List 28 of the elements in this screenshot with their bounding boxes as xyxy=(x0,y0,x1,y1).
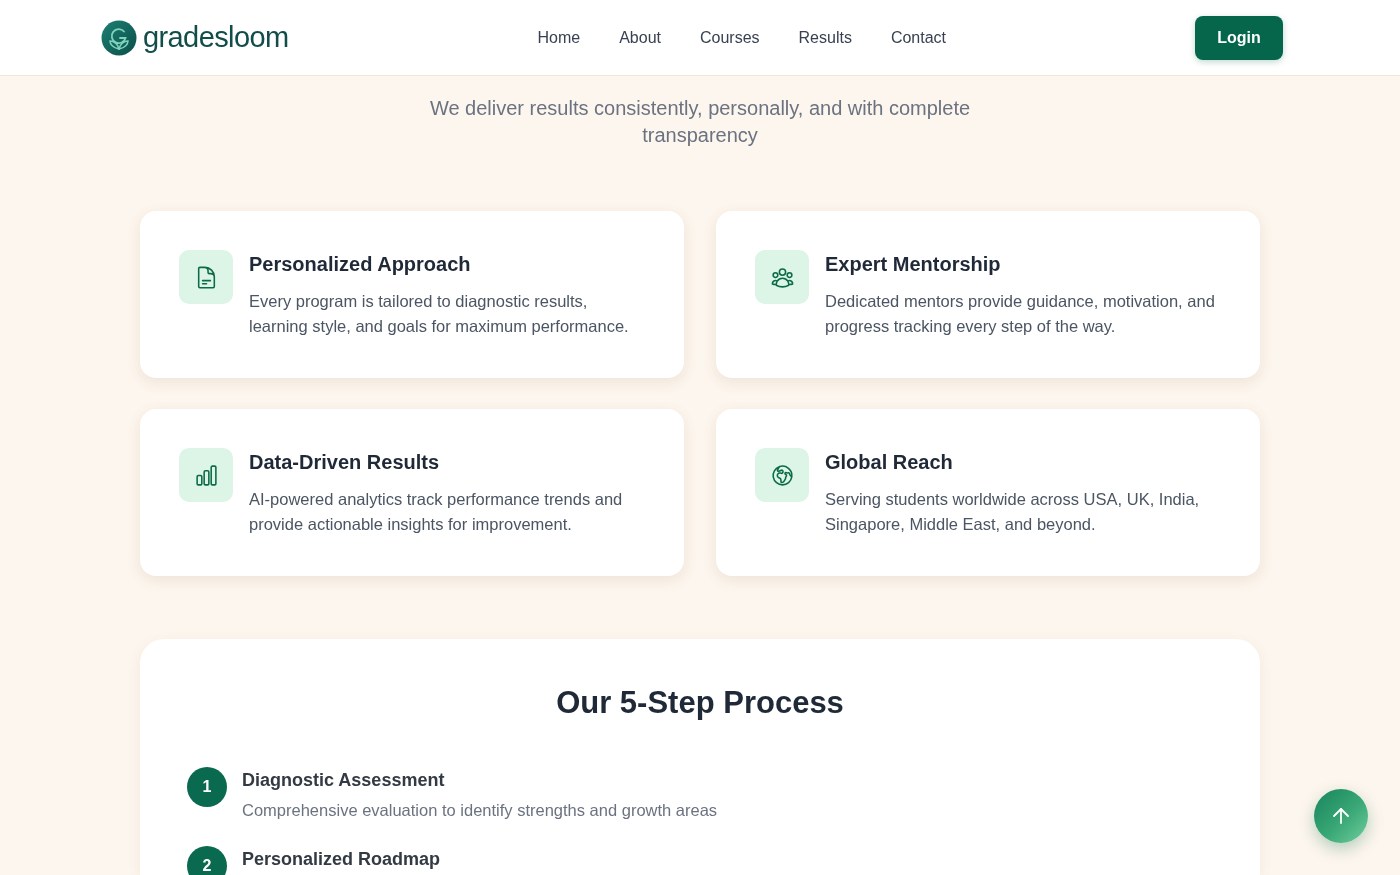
feature-title: Expert Mentorship xyxy=(825,252,1002,277)
step-title: Diagnostic Assessment xyxy=(242,769,446,792)
document-icon xyxy=(179,250,233,304)
step-title: Personalized Roadmap xyxy=(242,848,441,871)
feature-description: AI-powered analytics track performance trends and provide actionable insights for improvement. xyxy=(249,489,624,535)
login-button[interactable]: Login xyxy=(1195,15,1283,60)
feature-title: Global Reach xyxy=(825,450,954,475)
step-description: Comprehensive evaluation to identify strengths and growth areas xyxy=(242,800,718,821)
nav-link[interactable]: Contact xyxy=(890,28,947,47)
people-group-icon xyxy=(755,250,809,304)
feature-title: Personalized Approach xyxy=(249,252,472,277)
globe-icon xyxy=(755,448,809,502)
nav-link[interactable]: Home xyxy=(537,28,581,47)
logo-text[interactable]: gradesloom xyxy=(143,21,289,54)
feature-description: Dedicated mentors provide guidance, motivation, and progress tracking every step of the way. xyxy=(825,291,1216,337)
logo-icon xyxy=(101,19,137,56)
bar-chart-icon xyxy=(179,448,233,502)
feature-description: Serving students worldwide across USA, UK, India, Singapore, Middle East, and beyond. xyxy=(825,489,1201,535)
process-title: Our 5-Step Process xyxy=(555,685,845,721)
nav-link[interactable]: Courses xyxy=(699,28,760,47)
feature-title: Data-Driven Results xyxy=(249,450,441,475)
scroll-to-top-button[interactable] xyxy=(1314,789,1368,843)
section-subtitle: We deliver results consistently, personally, and with complete transparency xyxy=(428,96,972,148)
feature-description: Every program is tailored to diagnostic results, learning style, and goals for maximum performance. xyxy=(249,291,630,337)
nav-link[interactable]: Results xyxy=(798,28,852,47)
step-number: 1 xyxy=(187,767,227,807)
nav-link[interactable]: About xyxy=(619,28,661,47)
step-number: 2 xyxy=(187,846,227,875)
